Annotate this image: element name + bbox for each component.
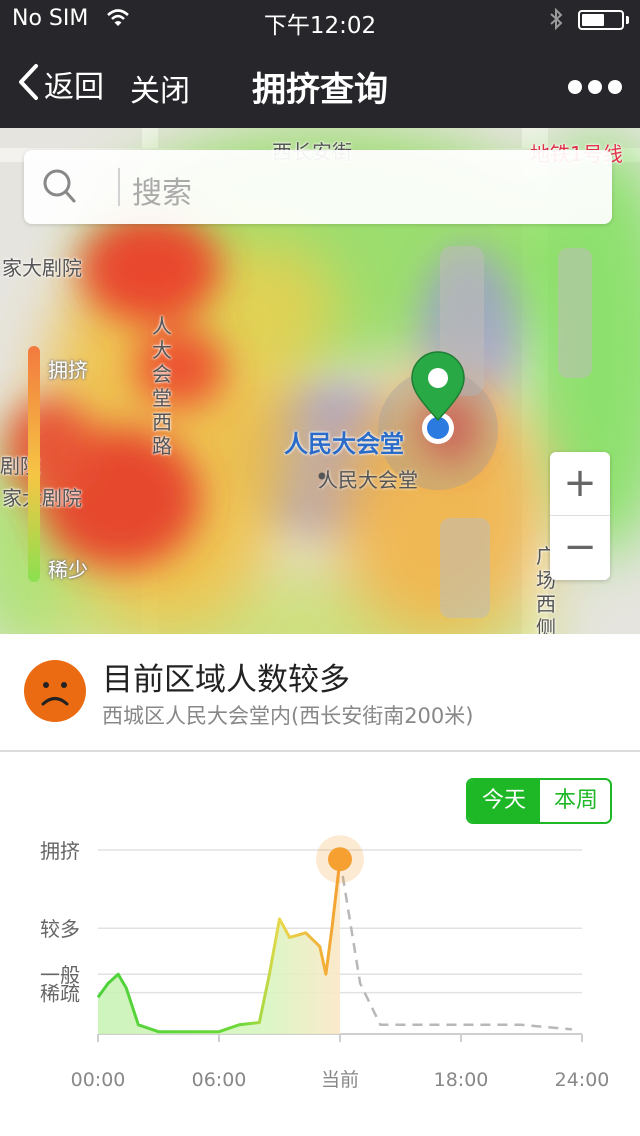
forecast-series-line [338,858,573,1031]
x-tick-label: 06:00 [192,1069,247,1091]
battery-tip [626,16,629,24]
road-label: 家大剧院 [2,256,82,280]
bluetooth-icon [548,7,564,37]
y-level-label: 稀疏 [40,982,80,1006]
heat-map[interactable]: 西长安街 地铁1号线 人大会堂西路 家大剧院 家大剧院 剧院 广场西侧路 拥挤 … [0,128,640,634]
x-tick-label: 00:00 [71,1069,126,1091]
poi-label[interactable]: 人民大会堂 [284,424,404,459]
battery-icon [578,10,624,30]
crowd-chart: 拥挤 较多 一般 稀疏 00:00 06:00 当前 18:00 24:00 [0,830,640,1100]
crowd-status-panel: 目前区域人数较多 西城区人民大会堂内(西长安街南200米) [0,634,640,752]
legend-low-label: 稀少 [48,558,88,582]
clock: 下午12:02 [263,13,377,39]
zoom-out-button[interactable]: − [550,516,610,578]
search-input[interactable]: 搜索 [132,168,192,212]
y-level-label: 较多 [40,917,80,941]
period-toggle: 今天 本周 [466,778,612,824]
y-level-label: 拥挤 [40,839,80,863]
road-label: 人大会堂西路 [152,314,172,458]
tab-week[interactable]: 本周 [540,780,610,822]
heat-legend-bar [28,346,40,582]
location-address: 西城区人民大会堂内(西长安街南200米) [102,704,474,728]
poi-sublabel: 人民大会堂 [318,468,418,492]
x-tick-label: 当前 [321,1069,359,1091]
current-point [328,847,352,872]
search-bar[interactable]: 搜索 [24,150,612,224]
tab-today[interactable]: 今天 [468,780,540,822]
zoom-in-button[interactable]: + [550,452,610,514]
search-divider [118,168,120,206]
status-bar: No SIM 下午12:02 [0,0,640,40]
nav-bar: 返回 关闭 拥挤查询 [0,40,640,128]
more-options-icon[interactable] [562,80,622,96]
road-label: 家大剧院 [2,486,82,510]
legend-high-label: 拥挤 [48,358,88,382]
page-title: 拥挤查询 [252,70,388,110]
zoom-control: + − [550,452,610,580]
x-tick-label: 24:00 [555,1069,610,1091]
sad-face-icon [24,660,86,722]
crowd-chart-svg: 拥挤较多一般稀疏00:00 06:00 当前 18:00 24:00 [40,835,610,1091]
x-tick-label: 18:00 [434,1069,489,1091]
crowd-status-text: 目前区域人数较多 [102,662,350,698]
